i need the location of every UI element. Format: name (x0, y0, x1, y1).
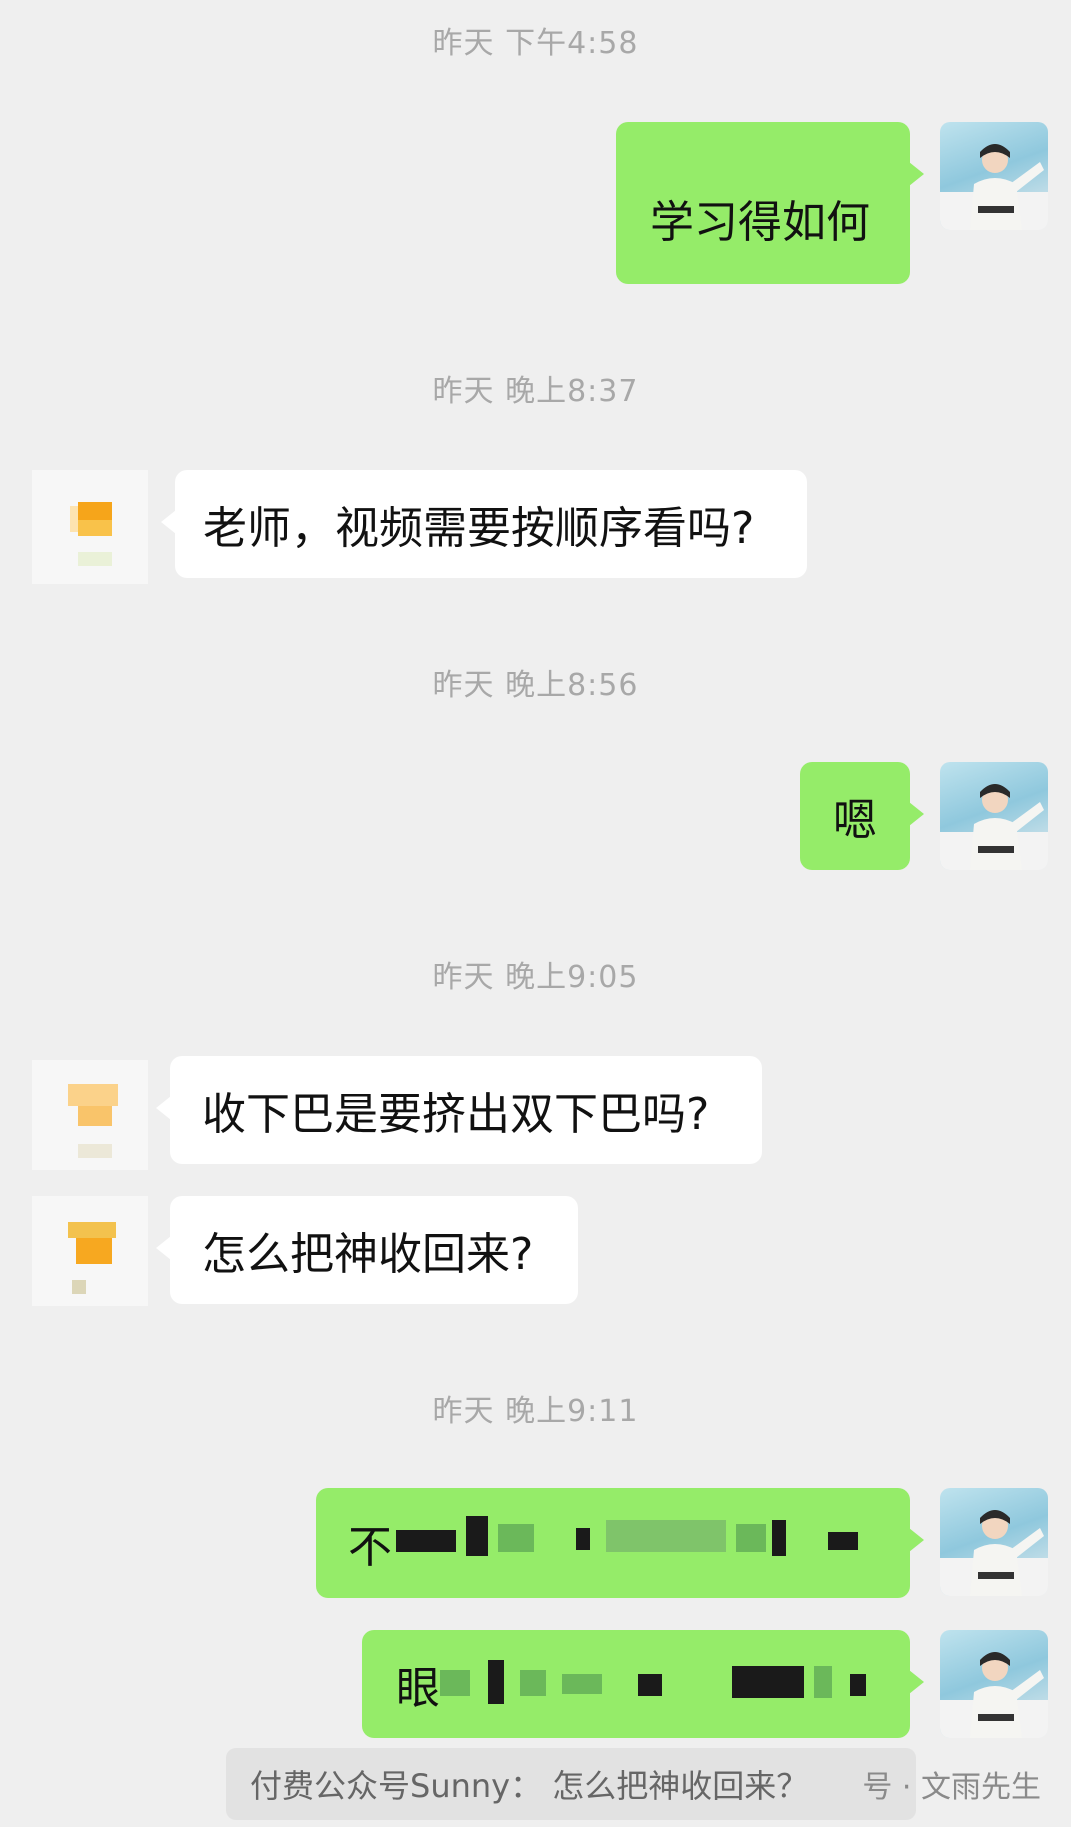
received-message[interactable]: 怎么把神收回来? (156, 1196, 578, 1304)
redaction-mark (498, 1524, 534, 1552)
user-avatar-icon[interactable] (940, 1630, 1048, 1738)
redaction-mark (828, 1532, 858, 1550)
sent-message[interactable]: 眼 (362, 1630, 924, 1738)
redaction-mark (488, 1660, 504, 1704)
contact-avatar-icon[interactable] (32, 470, 148, 584)
received-message[interactable]: 收下巴是要挤出双下巴吗? (156, 1056, 762, 1164)
message-text: 学习得如何 (650, 197, 870, 248)
redaction-mark (638, 1674, 662, 1696)
redaction-mark (772, 1520, 786, 1556)
sent-message[interactable]: 不 (316, 1488, 924, 1598)
contact-avatar-icon[interactable] (32, 1196, 148, 1306)
message-text: 老师，视频需要按顺序看吗? (203, 503, 755, 554)
caption-overlay: 付费公众号Sunny： 怎么把神收回来？ (226, 1748, 916, 1820)
redaction-mark (850, 1674, 866, 1696)
sent-message[interactable]: 嗯 (800, 762, 924, 870)
message-text: 怎么把神收回来? (202, 1229, 534, 1280)
user-avatar-icon[interactable] (940, 122, 1048, 230)
timestamp: 昨天 晚上8:56 (432, 668, 639, 703)
timestamp: 昨天 晚上9:05 (432, 960, 639, 995)
redaction-mark (736, 1524, 766, 1552)
redaction-mark (732, 1666, 804, 1698)
received-message[interactable]: 老师，视频需要按顺序看吗? (161, 470, 807, 578)
redaction-mark (814, 1666, 832, 1698)
timestamp: 昨天 晚上9:11 (432, 1394, 639, 1429)
redaction-mark (440, 1670, 470, 1696)
contact-avatar-icon[interactable] (32, 1060, 148, 1170)
redaction-mark (396, 1530, 456, 1552)
timestamp: 昨天 晚上8:37 (432, 374, 639, 409)
message-text: 不 (348, 1522, 392, 1573)
user-avatar-icon[interactable] (940, 762, 1048, 870)
redaction-mark (466, 1516, 488, 1556)
message-text: 嗯 (833, 795, 877, 846)
sent-message[interactable]: 学习得如何 (616, 122, 924, 284)
user-avatar-icon[interactable] (940, 1488, 1048, 1596)
message-text: 收下巴是要挤出双下巴吗? (202, 1089, 710, 1140)
message-text: 眼 (396, 1663, 440, 1714)
caption-text: 付费公众号Sunny： 怎么把神收回来？ (250, 1767, 809, 1805)
timestamp: 昨天 下午4:58 (432, 26, 639, 61)
redaction-mark (562, 1674, 602, 1694)
redaction-mark (576, 1528, 590, 1550)
redaction-mark (606, 1520, 726, 1552)
watermark-attribution: 号 · 文雨先生 (862, 1770, 1041, 1805)
redaction-mark (520, 1670, 546, 1696)
